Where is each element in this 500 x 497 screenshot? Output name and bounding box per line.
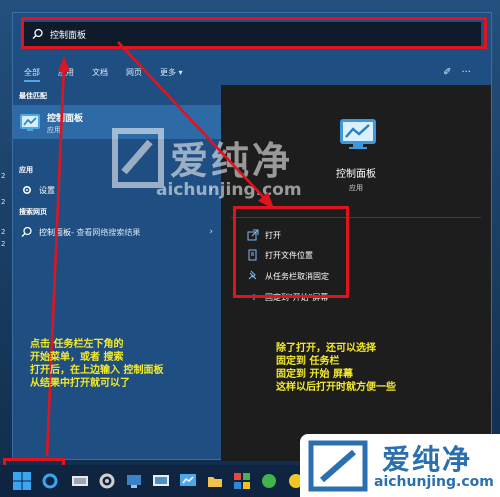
- note-line: 这样以后打开时就方便一些: [276, 382, 396, 393]
- settings-app-icon[interactable]: [97, 471, 117, 491]
- green-app-icon[interactable]: [259, 471, 279, 491]
- display-app-icon[interactable]: [151, 471, 171, 491]
- note-line: 从结果中打开就可以了: [30, 378, 130, 389]
- annotation-arrows: [45, 41, 274, 457]
- explorer-app-icon[interactable]: [205, 471, 225, 491]
- note-line: 固定到 开始 屏幕: [276, 369, 353, 380]
- colorful-app-icon[interactable]: [232, 471, 252, 491]
- note-line: 固定到 任务栏: [276, 356, 340, 367]
- watermark-logo-icon: [308, 440, 368, 492]
- search-icon[interactable]: [40, 471, 60, 491]
- annotation-note-right: 除了打开，还可以选择 固定到 任务栏 固定到 开始 屏幕 这样以后打开时就方便一…: [276, 342, 396, 394]
- note-line: 开始菜单，或者 搜索: [30, 352, 124, 363]
- note-line: 点击 任务栏左下角的: [30, 339, 124, 350]
- note-line: 打开后，在上边输入 控制面板: [30, 365, 164, 376]
- start-button-icon[interactable]: [12, 471, 32, 491]
- task-view-icon[interactable]: [70, 471, 90, 491]
- watermark-corner: 爱纯净 aichunjing.com: [300, 434, 500, 497]
- control-panel-icon[interactable]: [178, 471, 198, 491]
- watermark-brand: 爱纯净: [382, 443, 473, 476]
- note-line: 除了打开，还可以选择: [276, 343, 376, 354]
- network-app-icon[interactable]: [124, 471, 144, 491]
- annotation-note-left: 点击 任务栏左下角的 开始菜单，或者 搜索 打开后，在上边输入 控制面板 从结果…: [30, 338, 163, 390]
- watermark-url: aichunjing.com: [374, 474, 494, 490]
